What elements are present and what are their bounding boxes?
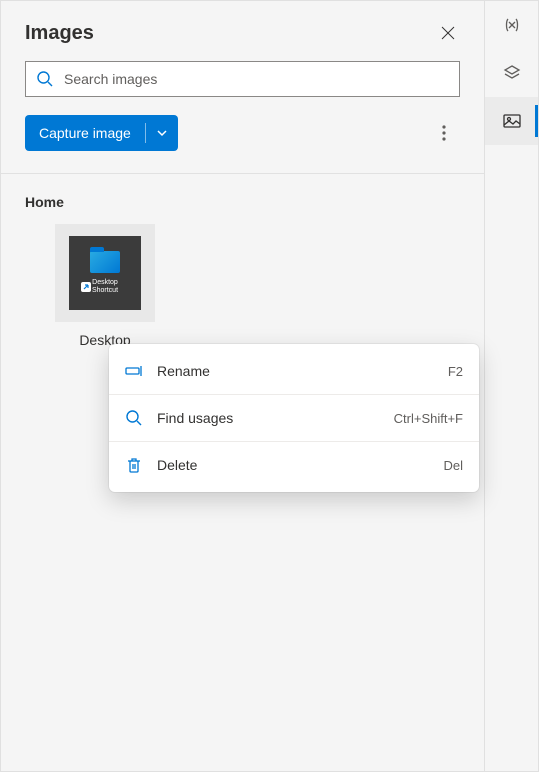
rename-icon: [125, 362, 143, 380]
menu-item-label: Rename: [157, 363, 434, 379]
layers-icon: [502, 63, 522, 83]
panel-title: Images: [25, 22, 94, 45]
menu-item-shortcut: Del: [443, 458, 463, 473]
side-rail-layers[interactable]: [485, 49, 538, 97]
panel-header: Images: [1, 1, 484, 61]
side-rail-variables[interactable]: [485, 1, 538, 49]
side-rail: [485, 0, 539, 772]
section-title: Home: [25, 194, 460, 210]
image-thumbnail[interactable]: Desktop Shortcut: [55, 224, 155, 322]
more-vertical-icon: [442, 125, 446, 141]
context-menu: Rename F2 Find usages Ctrl+Shift+F: [109, 344, 479, 492]
search-box[interactable]: [25, 61, 460, 97]
menu-item-label: Delete: [157, 457, 429, 473]
images-panel: Images Capture image: [0, 0, 485, 772]
search-icon: [36, 70, 54, 88]
variables-icon: [502, 15, 522, 35]
content-area: Home Desktop Shortcut: [1, 174, 484, 368]
close-icon: [441, 26, 455, 40]
menu-separator: [109, 394, 479, 395]
toolbar: Capture image: [1, 115, 484, 169]
menu-item-shortcut: Ctrl+Shift+F: [394, 411, 463, 426]
search-container: [1, 61, 484, 115]
menu-separator: [109, 441, 479, 442]
thumbnail-preview: Desktop Shortcut: [69, 236, 141, 310]
menu-item-find-usages[interactable]: Find usages Ctrl+Shift+F: [109, 397, 479, 439]
thumbnail-grid: Desktop Shortcut Desktop: [25, 224, 460, 348]
folder-icon: [90, 251, 120, 273]
capture-image-dropdown[interactable]: [146, 115, 178, 151]
search-icon: [125, 409, 143, 427]
images-icon: [502, 111, 522, 131]
search-input[interactable]: [64, 71, 449, 87]
image-item[interactable]: Desktop Shortcut Desktop: [55, 224, 155, 348]
thumbnail-inner-label: Desktop Shortcut: [92, 279, 118, 296]
menu-item-rename[interactable]: Rename F2: [109, 350, 479, 392]
close-button[interactable]: [434, 19, 462, 47]
shortcut-badge-icon: [81, 282, 91, 292]
side-rail-images[interactable]: [485, 97, 538, 145]
capture-image-button[interactable]: Capture image: [25, 115, 178, 151]
menu-item-delete[interactable]: Delete Del: [109, 444, 479, 486]
trash-icon: [125, 456, 143, 474]
chevron-down-icon: [156, 127, 168, 139]
menu-item-shortcut: F2: [448, 364, 463, 379]
more-actions-button[interactable]: [428, 117, 460, 149]
capture-image-label: Capture image: [25, 115, 145, 151]
menu-item-label: Find usages: [157, 410, 380, 426]
